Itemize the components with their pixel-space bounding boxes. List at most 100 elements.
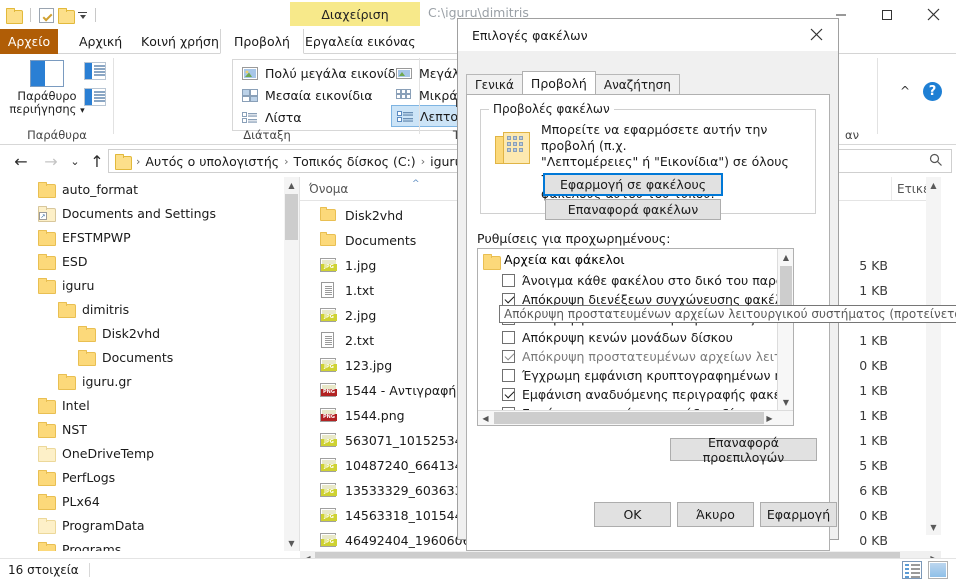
adv-hscroll-thumb[interactable] (494, 412, 764, 424)
layout-medium-icons-label: Μεσαία εικονίδια (265, 87, 373, 103)
tree-item-auto-format[interactable]: auto_format (0, 177, 284, 201)
nav-scroll-thumb[interactable] (285, 194, 298, 240)
thumbnail-view-icon[interactable] (928, 561, 948, 579)
advanced-option-row[interactable]: Άνοιγμα κάθε φακέλου στο δικό του παράθυ… (502, 271, 793, 290)
tree-item-dimitris[interactable]: dimitris (0, 297, 284, 321)
ribbon-tab-view[interactable]: Προβολή (220, 29, 304, 54)
folder-tree: auto_format ↗ Documents and Settings EFSTMP… (0, 177, 284, 551)
tree-item-documents[interactable]: Documents (0, 345, 284, 369)
tree-item-nst[interactable]: NST (0, 417, 284, 441)
breadcrumb-local-disk[interactable]: Τοπικός δίσκος (C:) (294, 154, 416, 169)
back-button[interactable]: ← (8, 148, 34, 174)
advanced-option-row[interactable]: Έγχρωμη εμφάνιση κρυπτογραφημένων ή συμπ… (502, 366, 793, 385)
ribbon-tab-picture-tools[interactable]: Εργαλεία εικόνας (292, 29, 429, 54)
folder-icon[interactable] (58, 8, 75, 24)
tree-item-iguru[interactable]: iguru (0, 273, 284, 297)
jpg-icon (320, 357, 337, 373)
new-folder-icon[interactable] (6, 8, 23, 24)
layout-extra-large-icons[interactable]: Πολύ μεγάλα εικονίδια (237, 62, 408, 84)
jpg-icon (320, 482, 337, 498)
nav-pane-scrollbar[interactable]: ▲ ▼ (284, 177, 299, 551)
ribbon-tab-file[interactable]: Αρχείο (0, 29, 58, 54)
dialog-tab-general[interactable]: Γενικά (466, 74, 523, 94)
checkbox[interactable] (502, 388, 515, 401)
tree-item-programs[interactable]: Programs (0, 537, 284, 551)
tree-item-esd[interactable]: ESD (0, 249, 284, 273)
preview-pane-button[interactable] (84, 62, 106, 80)
contextual-tab-manage[interactable]: Διαχείριση (290, 2, 420, 26)
column-header-name-label: Όνομα (309, 181, 349, 196)
layout-medium-icons[interactable]: Μεσαία εικονίδια (237, 84, 387, 106)
tree-item-disk2vhd[interactable]: Disk2vhd (0, 321, 284, 345)
adv-scroll-thumb[interactable] (780, 266, 792, 306)
adv-scroll-down[interactable]: ▼ (778, 394, 793, 410)
reset-folders-button[interactable]: Επαναφορά φακέλων (545, 199, 721, 220)
advanced-settings-list[interactable]: Αρχεία και φάκελοι Άνοιγμα κάθε φακέλου … (477, 248, 794, 426)
dialog-tab-search[interactable]: Αναζήτηση (594, 74, 680, 94)
close-button[interactable] (910, 0, 956, 29)
folder-icon (38, 470, 56, 486)
help-icon: ? (928, 84, 937, 99)
tree-item-label: PLx64 (62, 493, 100, 509)
tree-item-efstmpwp[interactable]: EFSTMPWP (0, 225, 284, 249)
adv-hscroll-left[interactable]: ◀ (478, 411, 493, 425)
column-header-size[interactable] (830, 177, 892, 200)
dialog-tab-view[interactable]: Προβολή (521, 71, 596, 94)
tree-item-intel[interactable]: Intel (0, 393, 284, 417)
file-name-label: 123.jpg (345, 357, 393, 373)
dialog-tab-search-label: Αναζήτηση (603, 77, 671, 92)
maximize-button[interactable] (864, 0, 910, 29)
properties-icon[interactable] (39, 7, 54, 23)
details-icon (397, 109, 414, 124)
checkbox[interactable] (502, 369, 515, 382)
file-scroll-down[interactable]: ▼ (926, 519, 941, 535)
advanced-list-scrollbar[interactable]: ▲ ▼ (777, 249, 793, 425)
collapse-ribbon-button[interactable]: ^ (900, 84, 910, 98)
nav-scroll-up[interactable]: ▲ (284, 177, 299, 193)
dialog-close-button[interactable] (794, 19, 838, 50)
layout-list[interactable]: Λίστα (237, 106, 387, 128)
tree-item-iguru-gr[interactable]: iguru.gr (0, 369, 284, 393)
advanced-option-label: Έγχρωμη εμφάνιση κρυπτογραφημένων ή συμπ… (522, 368, 793, 383)
help-button[interactable]: ? (923, 82, 942, 101)
ribbon-tab-home[interactable]: Αρχική (66, 29, 135, 54)
apply-to-folders-button[interactable]: Εφαρμογή σε φακέλους (543, 173, 723, 196)
adv-hscroll-right[interactable]: ▶ (762, 411, 777, 425)
tree-item-programdata[interactable]: ProgramData (0, 513, 284, 537)
ribbon-tab-share[interactable]: Κοινή χρήση (128, 29, 232, 54)
dialog-button-row: OK Άκυρο Εφαρμογή (458, 495, 838, 539)
details-pane-button[interactable] (84, 88, 106, 106)
advanced-option-row[interactable]: Εμφάνιση αναδυόμενης περιγραφής φακέλων … (502, 385, 793, 404)
apply-button[interactable]: Εφαρμογή (760, 502, 837, 527)
tree-item-label: iguru (62, 277, 95, 293)
png-icon (320, 382, 337, 398)
breadcrumb-this-pc[interactable]: Αυτός ο υπολογιστής (145, 154, 279, 169)
navigation-pane[interactable]: auto_format ↗ Documents and Settings EFSTMP… (0, 177, 284, 551)
nav-pane-button[interactable]: Παράθυρο περιήγησης ▾ (4, 60, 90, 118)
tree-item-documents-and-settings[interactable]: ↗ Documents and Settings (0, 201, 284, 225)
chevron-down-icon: ⌄ (70, 154, 80, 168)
advanced-option-row[interactable]: Απόκρυψη κενών μονάδων δίσκου (502, 328, 733, 347)
checkbox[interactable] (502, 331, 515, 344)
advanced-list-hscrollbar[interactable]: ◀ ▶ (478, 410, 793, 425)
checkbox[interactable] (502, 350, 515, 363)
tree-item-onedrivetemp[interactable]: OneDriveTemp (0, 441, 284, 465)
cancel-button[interactable]: Άκυρο (677, 502, 754, 527)
file-scroll-up[interactable]: ▲ (926, 177, 941, 193)
details-view-icon[interactable] (902, 561, 922, 579)
restore-defaults-button[interactable]: Επαναφορά προεπιλογών (670, 435, 817, 465)
medium-icons-icon (242, 88, 259, 103)
advanced-option-row[interactable]: Απόκρυψη προστατευμένων αρχείων λειτουργ… (502, 347, 793, 366)
tree-item-perflogs[interactable]: PerfLogs (0, 465, 284, 489)
small-icons-icon (396, 88, 413, 103)
up-button[interactable]: ↑ (84, 148, 110, 174)
customize-qat-icon[interactable] (78, 11, 87, 20)
tree-item-plx64[interactable]: PLx64 (0, 489, 284, 513)
adv-scroll-up[interactable]: ▲ (778, 249, 793, 265)
ok-button[interactable]: OK (594, 502, 671, 527)
nav-scroll-down[interactable]: ▼ (284, 535, 299, 551)
forward-button[interactable]: → (38, 148, 64, 174)
file-list-scrollbar[interactable]: ▲ ▼ (926, 177, 941, 535)
file-name-cell: Documents (320, 232, 416, 248)
checkbox[interactable] (502, 274, 515, 287)
